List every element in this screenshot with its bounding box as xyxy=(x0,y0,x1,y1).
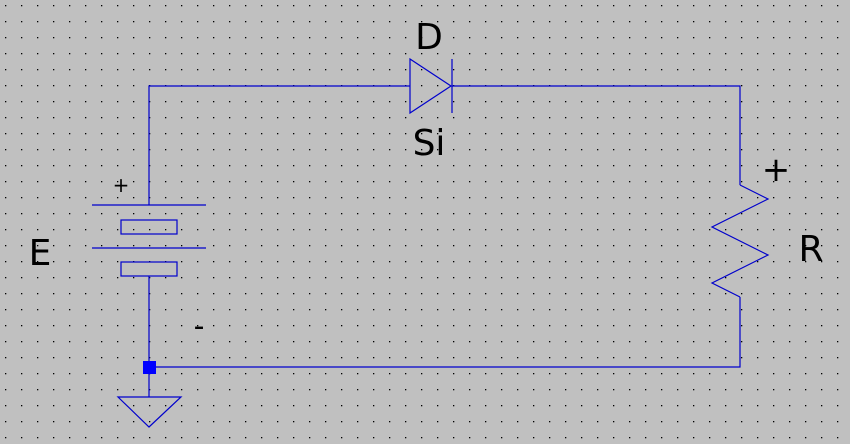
battery-ref-label: E xyxy=(29,233,52,274)
battery-minus-mark: - xyxy=(194,309,205,344)
schematic-canvas[interactable]: D Si + E - + R xyxy=(0,0,850,444)
diode-value-label: Si xyxy=(413,123,446,164)
battery-plus-mark: + xyxy=(113,173,130,197)
diode-ref-label: D xyxy=(415,17,443,58)
junction-node[interactable] xyxy=(143,361,156,374)
resistor-plus-mark: + xyxy=(762,150,791,190)
resistor-ref-label: R xyxy=(798,229,823,270)
